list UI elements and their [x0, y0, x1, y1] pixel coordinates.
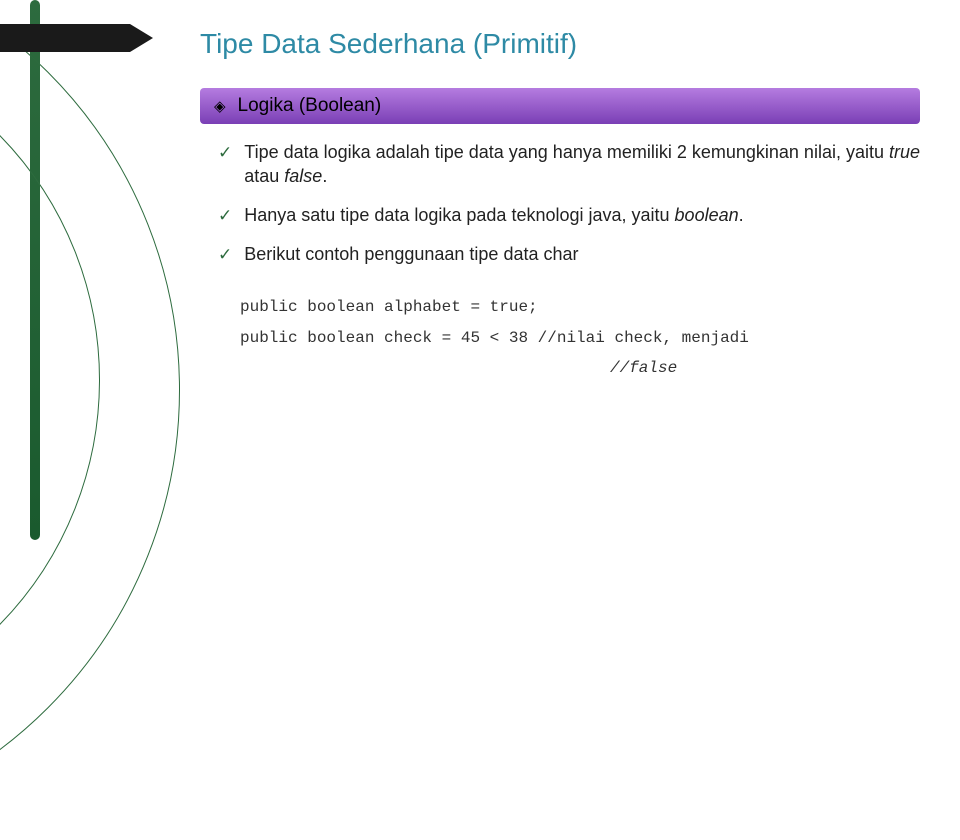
section-banner: ◈ Logika (Boolean) [200, 88, 920, 124]
code-example: public boolean alphabet = true; public b… [200, 292, 920, 383]
page-title: Tipe Data Sederhana (Primitif) [200, 28, 920, 60]
bullet-list: ✓ Tipe data logika adalah tipe data yang… [200, 140, 920, 266]
bullet-text: Hanya satu tipe data logika pada teknolo… [244, 203, 743, 227]
check-icon: ✓ [218, 205, 232, 228]
banner-label: Logika (Boolean) [238, 95, 382, 117]
code-line: public boolean check = 45 < 38 //nilai c… [240, 323, 920, 353]
code-line: //false [240, 353, 920, 383]
top-accent-arrow [0, 24, 130, 52]
check-icon: ✓ [218, 244, 232, 267]
bullet-text: Tipe data logika adalah tipe data yang h… [244, 140, 920, 189]
check-icon: ✓ [218, 142, 232, 165]
bullet-text: Berikut contoh penggunaan tipe data char [244, 242, 578, 266]
diamond-icon: ◈ [214, 97, 226, 115]
code-line: public boolean alphabet = true; [240, 292, 920, 322]
list-item: ✓ Tipe data logika adalah tipe data yang… [218, 140, 920, 189]
list-item: ✓ Berikut contoh penggunaan tipe data ch… [218, 242, 920, 267]
list-item: ✓ Hanya satu tipe data logika pada tekno… [218, 203, 920, 228]
slide-content: Tipe Data Sederhana (Primitif) ◈ Logika … [200, 28, 920, 384]
